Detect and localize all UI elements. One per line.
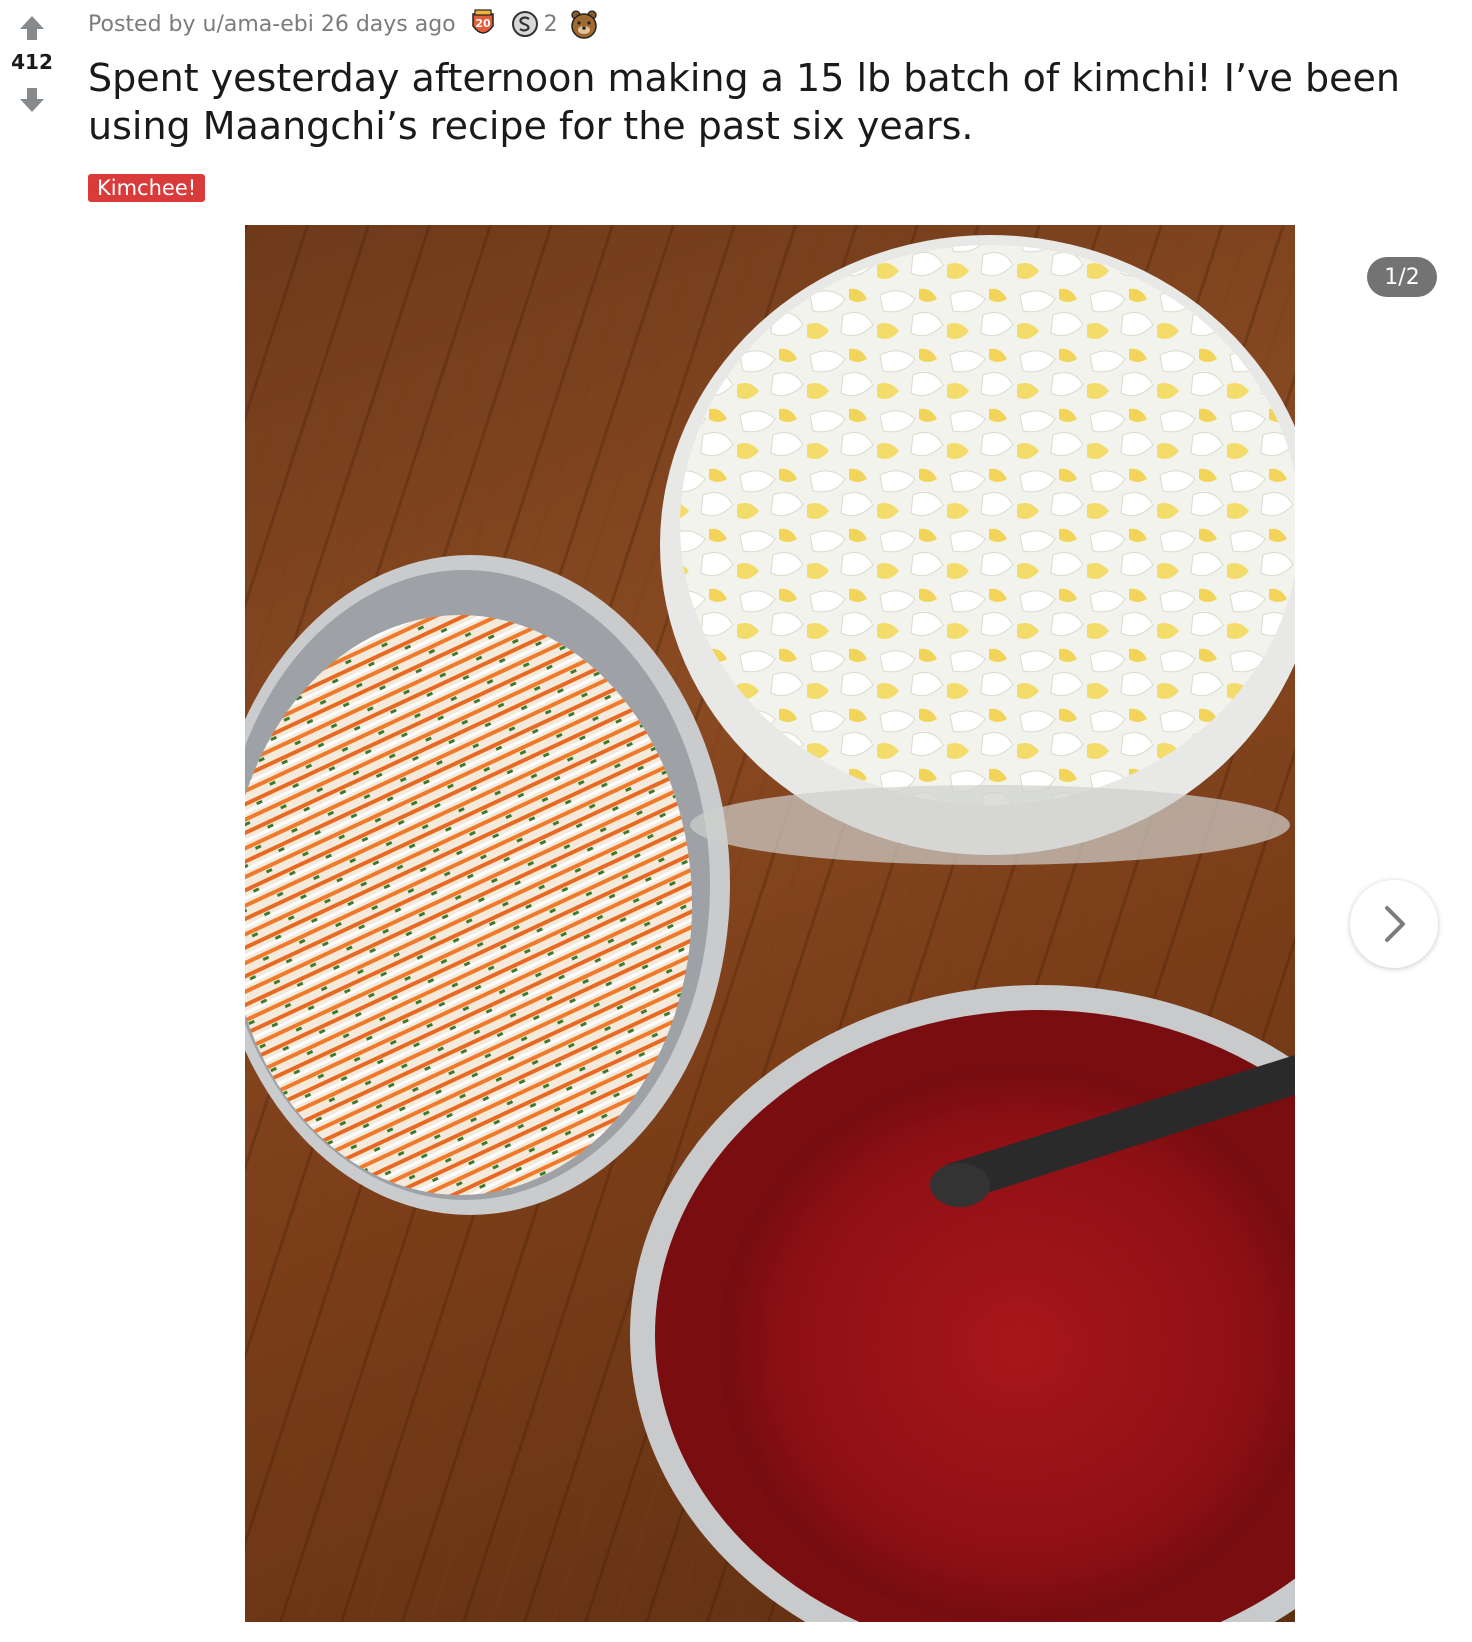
award-bear[interactable]	[568, 8, 600, 40]
kimchi-photo	[245, 235, 1295, 1622]
post-meta: Posted by u/ama-ebi 26 days ago 20 2	[88, 0, 1472, 48]
chevron-right-icon	[1385, 906, 1405, 942]
gallery-next-button[interactable]	[1350, 880, 1438, 968]
post-title[interactable]: Spent yesterday afternoon making a 15 lb…	[88, 54, 1438, 150]
downvote-button[interactable]	[14, 82, 50, 118]
author-link[interactable]: u/ama-ebi	[203, 12, 314, 37]
gallery-counter: 1/2	[1367, 257, 1437, 297]
downvote-arrow-icon	[20, 88, 44, 112]
posted-by-label: Posted by	[88, 11, 196, 37]
vote-column: 412	[0, 10, 64, 118]
award-20[interactable]: 20	[466, 7, 500, 41]
silver-s-award-icon	[511, 11, 538, 37]
award-silver[interactable]: 2	[510, 9, 558, 39]
post-age: 26 days ago	[320, 11, 456, 37]
upvote-button[interactable]	[14, 10, 50, 46]
post-content: Posted by u/ama-ebi 26 days ago 20 2 Spe…	[88, 0, 1472, 202]
gallery-image[interactable]	[245, 225, 1295, 1622]
award-silver-count: 2	[543, 11, 558, 37]
vote-score: 412	[11, 50, 53, 74]
bear-award-icon	[570, 10, 597, 39]
post-flair[interactable]: Kimchee!	[88, 174, 206, 202]
twenty-award-icon: 20	[471, 9, 494, 34]
twenty-award-label: 20	[475, 17, 491, 30]
upvote-arrow-icon	[20, 16, 44, 40]
